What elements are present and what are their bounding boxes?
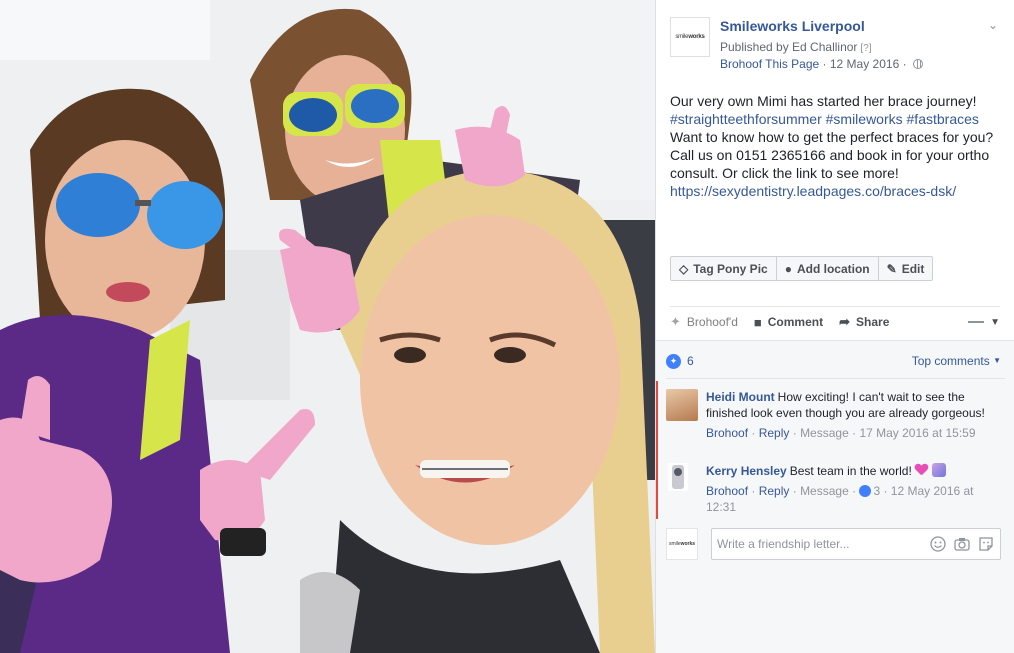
share-label: Share <box>856 315 890 329</box>
comment-icon: ■ <box>753 314 762 330</box>
hoof-icon: ✦ <box>670 314 681 329</box>
page-avatar-small: smile works <box>666 528 698 560</box>
comment-item: Heidi Mount How exciting! I can't wait to… <box>666 389 996 441</box>
comment-item: Kerry Hensley Best team in the world! Bro… <box>666 463 996 515</box>
comment-footer: Brohoof · Reply · Message · 17 May 2016 … <box>706 426 976 440</box>
post-header: smile works Smileworks Liverpool Publishe… <box>670 16 1000 76</box>
meta-separator-2: · <box>902 57 910 71</box>
comment-button[interactable]: ■ Comment <box>754 315 823 330</box>
write-comment-row: smile works <box>666 527 1001 561</box>
page-name-link[interactable]: Smileworks Liverpool <box>720 18 865 34</box>
reaction-icon: ✦ <box>666 353 681 369</box>
published-help-link[interactable]: [?] <box>860 43 871 54</box>
share-arrow-icon: ➦ <box>839 314 851 329</box>
add-location-button[interactable]: ● Add location <box>777 257 879 280</box>
tag-icon: ◇ <box>679 261 689 276</box>
reaction-count-row: ✦ 6 Top comments ▼ <box>666 353 1001 369</box>
comment-label: Comment <box>767 315 824 329</box>
pony-sticker-icon <box>931 463 946 477</box>
top-comments-label: Top comments <box>911 354 990 368</box>
selfie-illustration <box>0 0 655 653</box>
comment-author-link[interactable]: Heidi Mount <box>706 390 775 404</box>
post-date-link[interactable]: 12 May 2016 <box>830 57 899 71</box>
comment-text: Best team in the world! <box>789 464 912 478</box>
new-comment-indicator <box>656 381 658 519</box>
comment-message-link[interactable]: Message <box>800 426 849 440</box>
post-meta-line: Brohoof This Page · 12 May 2016 · <box>720 57 923 71</box>
chevron-down-icon[interactable]: ⌄ <box>986 18 1000 32</box>
comment-body: Kerry Hensley Best team in the world! <box>706 463 996 479</box>
camera-icon[interactable] <box>954 536 970 552</box>
post-url-link[interactable]: https://sexydentistry.leadpages.co/brace… <box>670 183 956 199</box>
sticker-icon[interactable] <box>978 536 994 552</box>
brohoof-page-link[interactable]: Brohoof This Page <box>720 57 819 71</box>
comment-input[interactable] <box>717 529 917 559</box>
avatar[interactable] <box>668 463 688 491</box>
brohoofd-button[interactable]: ✦ Brohoof'd <box>670 314 738 330</box>
comment-body: Heidi Mount How exciting! I can't wait to… <box>706 389 996 421</box>
comment-author-link[interactable]: Kerry Hensley <box>706 464 787 478</box>
comment-tools <box>930 536 994 552</box>
meta-separator: · <box>822 57 830 71</box>
reaction-count[interactable]: 6 <box>687 354 694 368</box>
page-logo-text-small: smile <box>668 541 681 547</box>
comment-reaction-count[interactable]: 3 <box>873 484 880 498</box>
tag-pony-pic-label: Tag Pony Pic <box>693 261 768 276</box>
comment-reply-link[interactable]: Reply <box>759 484 790 498</box>
comment-brohoof-link[interactable]: Brohoof <box>706 426 748 440</box>
emoji-icon[interactable] <box>930 536 946 552</box>
brohoofd-label: Brohoof'd <box>686 315 738 329</box>
comment-timestamp[interactable]: 17 May 2016 at 15:59 <box>859 426 975 440</box>
comment-reply-link[interactable]: Reply <box>759 426 790 440</box>
comments-divider <box>666 378 1005 379</box>
caret-down-icon: ▼ <box>990 316 1000 328</box>
pink-heart-icon <box>915 464 928 476</box>
page-logo-text: smile <box>675 34 689 40</box>
edit-button[interactable]: ✎ Edit <box>879 257 933 280</box>
post-message: Our very own Mimi has started her brace … <box>670 92 1002 200</box>
comment-message-link[interactable]: Message <box>800 484 849 498</box>
comment-footer: Brohoof · Reply · Message · 3 · 12 May 2… <box>706 484 974 514</box>
post-hashtags[interactable]: #straightteethforsummer #smileworks #fas… <box>670 111 979 127</box>
caret-down-icon: ▼ <box>993 356 1001 365</box>
comment-input-box <box>711 528 1001 560</box>
actions-divider <box>670 306 1000 307</box>
edit-label: Edit <box>901 261 925 276</box>
post-side-panel: smile works Smileworks Liverpool Publishe… <box>655 0 1014 653</box>
page-logo-text-bold: works <box>688 34 705 40</box>
share-button[interactable]: ➦ Share <box>839 314 889 330</box>
post-text-body: Want to know how to get the perfect brac… <box>670 129 994 181</box>
page-avatar[interactable]: smile works <box>670 17 710 57</box>
comments-section: ✦ 6 Top comments ▼ Heidi Mount How exciti… <box>656 340 1014 653</box>
post-text-line1: Our very own Mimi has started her brace … <box>670 93 977 109</box>
post-tag-bar: ◇ Tag Pony Pic ● Add location ✎ Edit <box>670 256 934 281</box>
location-pin-icon: ● <box>784 261 792 276</box>
audience-selector[interactable]: ▼ <box>968 317 1000 328</box>
comment-brohoof-link[interactable]: Brohoof <box>706 484 748 498</box>
tag-pony-pic-button[interactable]: ◇ Tag Pony Pic <box>671 257 777 280</box>
add-location-label: Add location <box>796 261 870 276</box>
reaction-icon <box>859 485 872 497</box>
post-actions: ✦ Brohoof'd ■ Comment ➦ Share ▼ <box>670 312 1000 332</box>
top-comments-dropdown[interactable]: Top comments ▼ <box>912 354 1001 368</box>
avatar-line-icon <box>968 321 985 323</box>
published-by: Published by Ed Challinor [?] <box>720 40 872 54</box>
post-photo[interactable] <box>0 0 655 653</box>
avatar-illustration <box>672 465 684 489</box>
avatar[interactable] <box>666 389 698 421</box>
pencil-icon: ✎ <box>886 261 897 276</box>
page-logo-text-small-bold: works <box>680 541 696 547</box>
published-by-text: Published by Ed Challinor <box>720 40 858 54</box>
globe-icon[interactable] <box>912 59 923 69</box>
